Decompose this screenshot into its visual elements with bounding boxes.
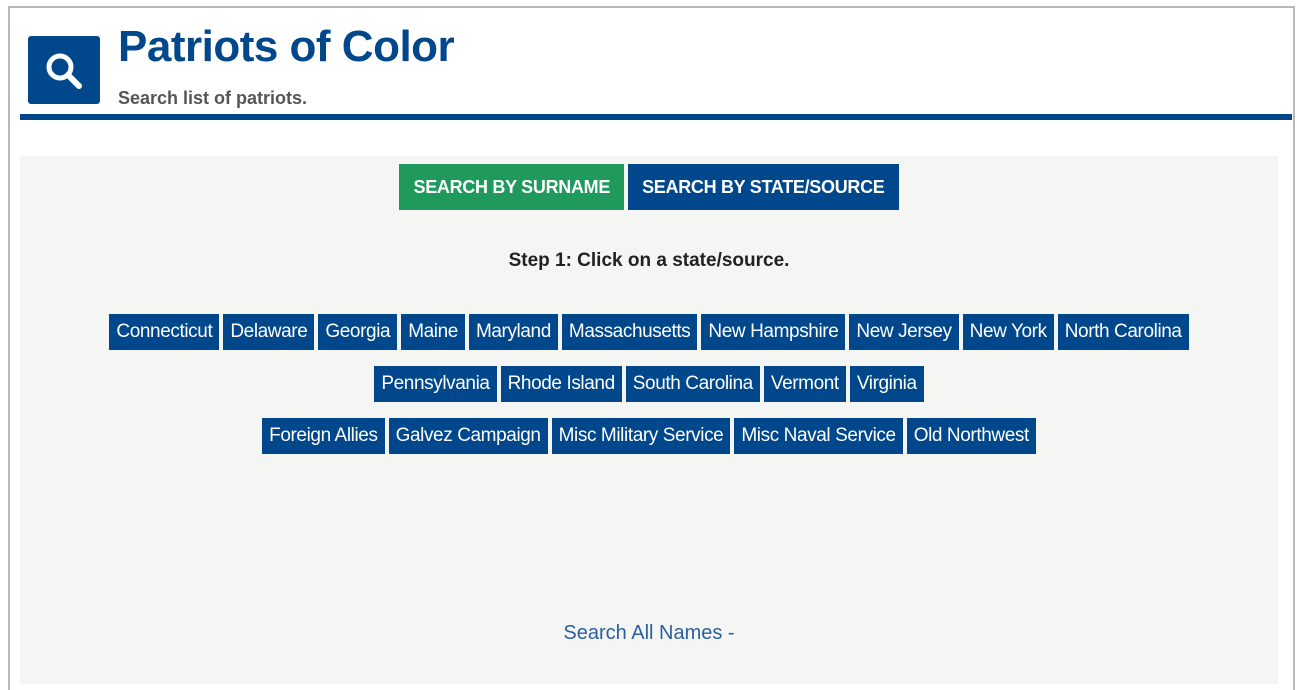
state-button-new-jersey[interactable]: New Jersey [849,314,959,350]
page-frame: Patriots of Color Search list of patriot… [8,6,1295,690]
state-button-delaware[interactable]: Delaware [223,314,315,350]
page-header: Patriots of Color Search list of patriot… [20,18,1290,118]
tab-search-by-surname[interactable]: SEARCH BY SURNAME [399,164,625,210]
source-button-misc-naval-service[interactable]: Misc Naval Service [734,418,903,454]
state-row-1: Connecticut Delaware Georgia Maine Maryl… [60,314,1238,350]
state-button-pennsylvania[interactable]: Pennsylvania [374,366,497,402]
state-list: Connecticut Delaware Georgia Maine Maryl… [60,314,1238,470]
state-button-vermont[interactable]: Vermont [763,366,846,402]
source-button-foreign-allies[interactable]: Foreign Allies [262,418,385,454]
state-button-rhode-island[interactable]: Rhode Island [500,366,622,402]
state-row-3: Foreign Allies Galvez Campaign Misc Mili… [60,418,1238,454]
state-button-massachusetts[interactable]: Massachusetts [561,314,698,350]
state-button-georgia[interactable]: Georgia [318,314,398,350]
page-subtitle: Search list of patriots. [118,88,308,108]
state-button-south-carolina[interactable]: South Carolina [625,366,760,402]
source-button-misc-military-service[interactable]: Misc Military Service [551,418,731,454]
state-button-north-carolina[interactable]: North Carolina [1057,314,1189,350]
state-button-connecticut[interactable]: Connecticut [109,314,220,350]
state-button-new-york[interactable]: New York [962,314,1054,350]
search-tabs: SEARCH BY SURNAME SEARCH BY STATE/SOURCE [20,164,1278,210]
header-divider [20,114,1292,120]
state-button-virginia[interactable]: Virginia [849,366,924,402]
state-button-maryland[interactable]: Maryland [468,314,558,350]
search-icon [46,53,82,89]
source-button-galvez-campaign[interactable]: Galvez Campaign [388,418,548,454]
step-instruction: Step 1: Click on a state/source. [508,250,790,271]
state-row-2: Pennsylvania Rhode Island South Carolina… [60,366,1238,402]
state-button-maine[interactable]: Maine [401,314,465,350]
search-all-names-link[interactable]: Search All Names - [20,622,1278,645]
search-logo [28,36,100,104]
tab-search-by-state-source[interactable]: SEARCH BY STATE/SOURCE [628,164,899,210]
page-title: Patriots of Color [118,22,455,71]
search-panel: SEARCH BY SURNAME SEARCH BY STATE/SOURCE … [20,156,1278,684]
state-button-new-hampshire[interactable]: New Hampshire [701,314,846,350]
source-button-old-northwest[interactable]: Old Northwest [906,418,1036,454]
